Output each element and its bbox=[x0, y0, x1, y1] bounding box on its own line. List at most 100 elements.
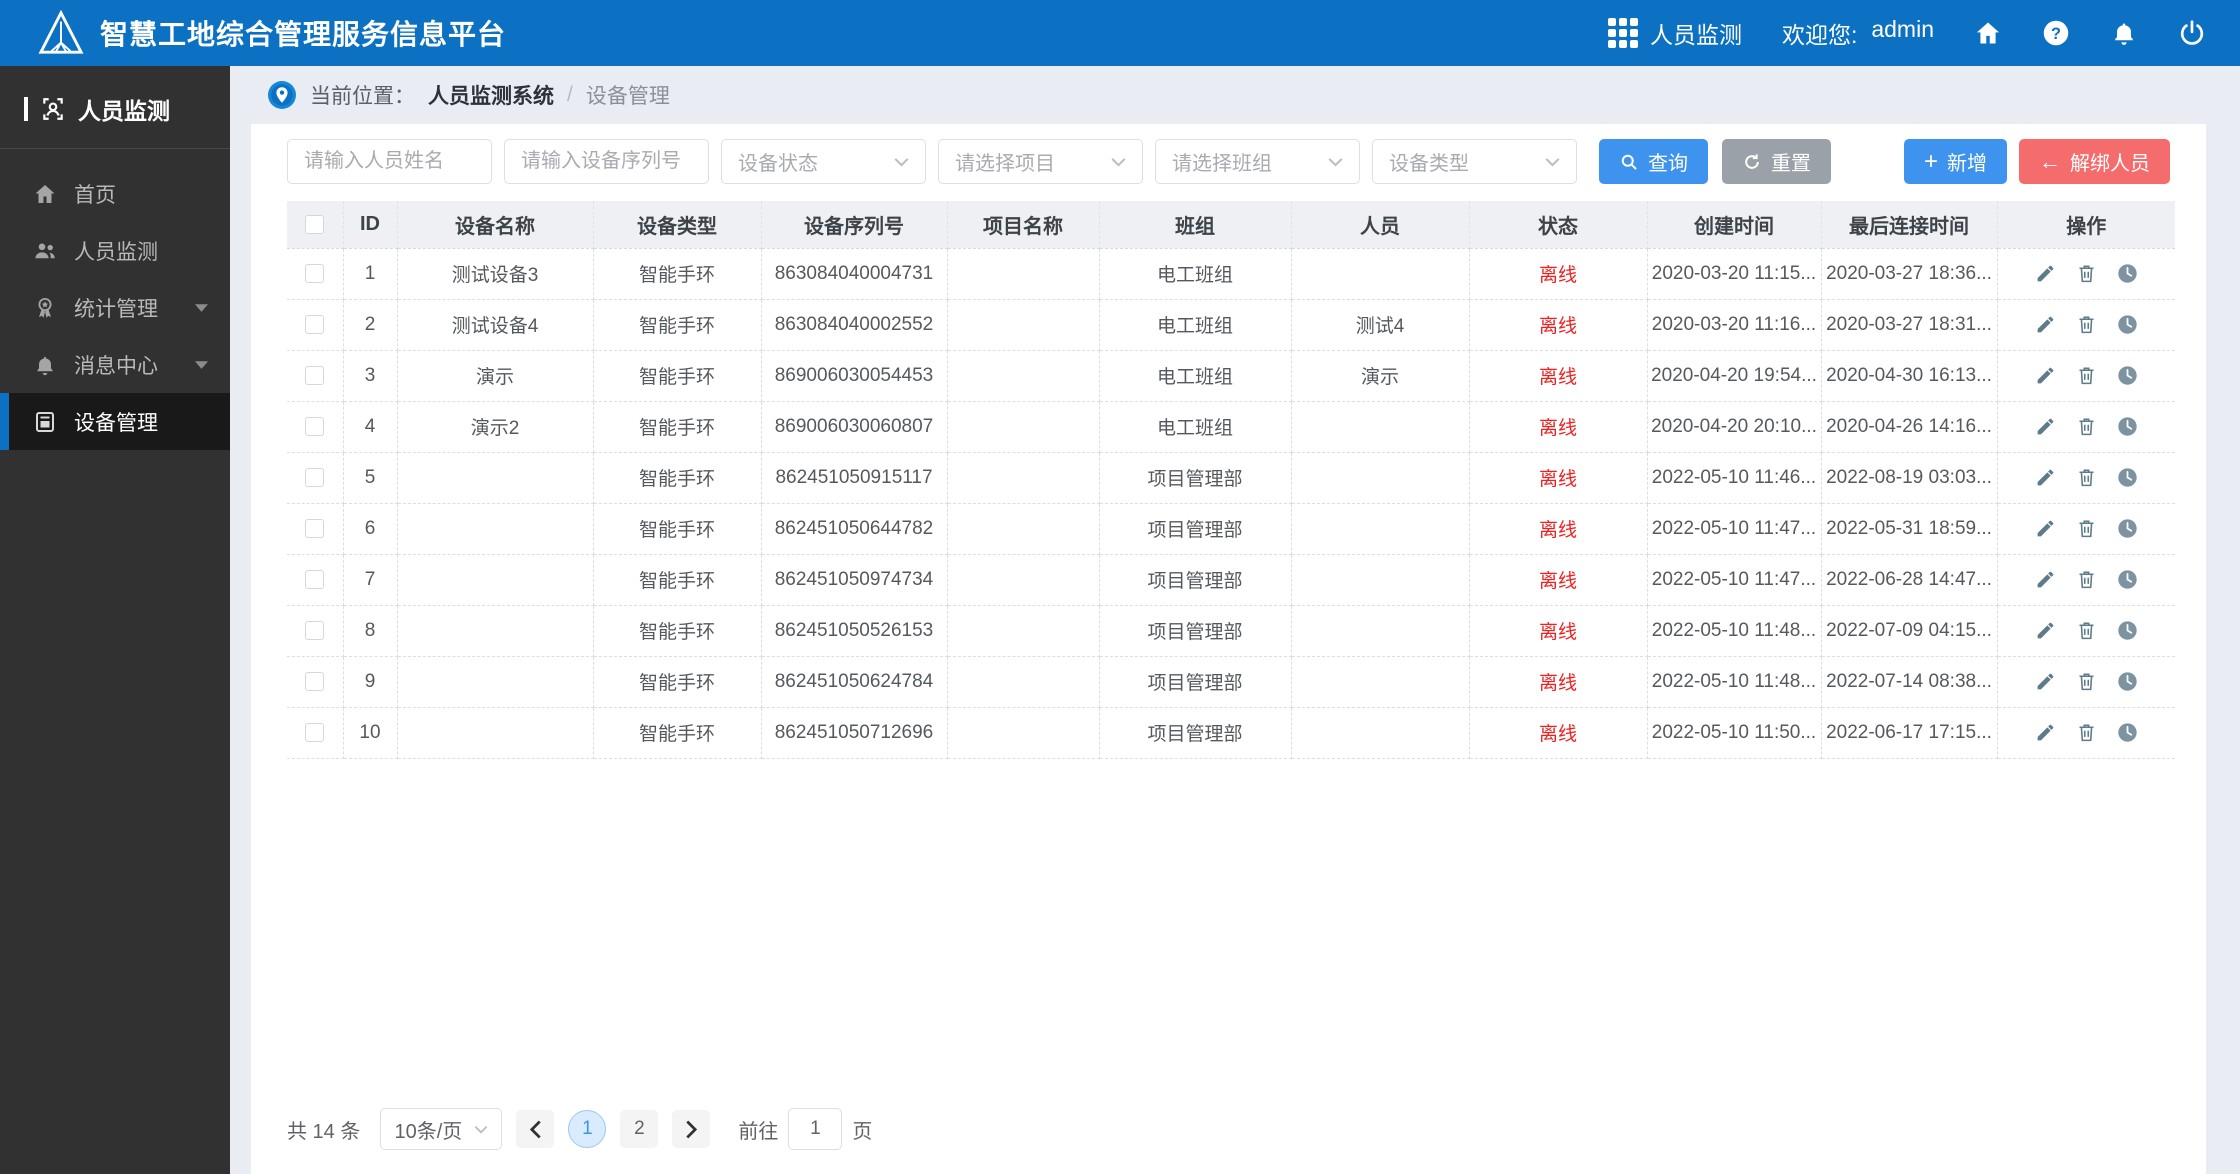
cell-device-type: 智能手环 bbox=[592, 655, 762, 708]
device-serial-input[interactable] bbox=[504, 139, 709, 184]
row-checkbox[interactable] bbox=[305, 518, 325, 538]
row-checkbox[interactable] bbox=[305, 467, 325, 487]
edit-icon[interactable] bbox=[2035, 671, 2056, 692]
users-icon bbox=[35, 243, 55, 258]
edit-icon[interactable] bbox=[2035, 518, 2056, 539]
history-icon[interactable] bbox=[2117, 365, 2138, 386]
row-checkbox[interactable] bbox=[305, 314, 325, 334]
home-icon[interactable] bbox=[1974, 19, 2002, 47]
cell-operations bbox=[1996, 451, 2175, 504]
edit-icon[interactable] bbox=[2035, 365, 2056, 386]
cell-operations bbox=[1996, 502, 2175, 555]
history-icon[interactable] bbox=[2117, 722, 2138, 743]
cell-project bbox=[946, 604, 1100, 657]
table-row: 1 测试设备3 智能手环 863084040004731 电工班组 离线 202… bbox=[287, 247, 2175, 300]
cell-serial: 863084040004731 bbox=[760, 247, 948, 300]
notification-bell-icon[interactable] bbox=[2110, 19, 2138, 47]
history-icon[interactable] bbox=[2117, 314, 2138, 335]
cell-last-connection-time: 2022-05-31 18:59... bbox=[1820, 502, 1998, 555]
sidebar-item-personnel-monitoring[interactable]: 人员监测 bbox=[0, 222, 230, 279]
page-size-value: 10条/页 bbox=[394, 1120, 463, 1143]
cell-project bbox=[946, 655, 1100, 708]
history-icon[interactable] bbox=[2117, 518, 2138, 539]
chevron-right-icon bbox=[686, 1120, 697, 1138]
history-icon[interactable] bbox=[2117, 671, 2138, 692]
cell-serial: 862451050644782 bbox=[760, 502, 948, 555]
delete-icon[interactable] bbox=[2076, 365, 2097, 386]
row-checkbox[interactable] bbox=[305, 263, 325, 283]
edit-icon[interactable] bbox=[2035, 314, 2056, 335]
breadcrumb-root[interactable]: 人员监测系统 bbox=[428, 80, 554, 110]
delete-icon[interactable] bbox=[2076, 569, 2097, 590]
team-select[interactable]: 请选择班组 bbox=[1155, 139, 1360, 184]
cell-last-connection-time: 2020-03-27 18:31... bbox=[1820, 298, 1998, 351]
device-status-select[interactable]: 设备状态 bbox=[721, 139, 926, 184]
cell-created-time: 2020-04-20 20:10... bbox=[1646, 400, 1822, 453]
delete-icon[interactable] bbox=[2076, 518, 2097, 539]
device-table-body: 1 测试设备3 智能手环 863084040004731 电工班组 离线 202… bbox=[287, 247, 2175, 759]
page-number-1[interactable]: 1 bbox=[568, 1110, 607, 1148]
goto-page-input[interactable] bbox=[788, 1108, 843, 1150]
reset-button[interactable]: 重置 bbox=[1722, 139, 1831, 184]
cell-team: 项目管理部 bbox=[1098, 706, 1292, 759]
table-row: 9 智能手环 862451050624784 项目管理部 离线 2022-05-… bbox=[287, 655, 2175, 708]
device-type-select[interactable]: 设备类型 bbox=[1372, 139, 1577, 184]
power-icon[interactable] bbox=[2178, 19, 2206, 47]
edit-icon[interactable] bbox=[2035, 416, 2056, 437]
history-icon[interactable] bbox=[2117, 569, 2138, 590]
cell-id: 10 bbox=[342, 706, 398, 759]
next-page-button[interactable] bbox=[672, 1110, 711, 1148]
column-header-created: 创建时间 bbox=[1647, 201, 1822, 249]
app-switcher[interactable]: 人员监测 bbox=[1607, 16, 1742, 50]
search-button[interactable]: 查询 bbox=[1599, 139, 1708, 184]
row-checkbox[interactable] bbox=[305, 416, 325, 436]
sidebar-item-home[interactable]: 首页 bbox=[0, 165, 230, 222]
row-checkbox[interactable] bbox=[305, 620, 325, 640]
delete-icon[interactable] bbox=[2076, 416, 2097, 437]
history-icon[interactable] bbox=[2117, 263, 2138, 284]
delete-icon[interactable] bbox=[2076, 314, 2097, 335]
table-row: 10 智能手环 862451050712696 项目管理部 离线 2022-05… bbox=[287, 706, 2175, 759]
plus-icon: + bbox=[1923, 147, 1938, 175]
delete-icon[interactable] bbox=[2076, 467, 2097, 488]
cell-status: 离线 bbox=[1468, 349, 1648, 402]
sidebar-item-device-management[interactable]: 设备管理 bbox=[0, 393, 230, 450]
welcome-text: 欢迎您: admin bbox=[1782, 16, 1934, 50]
row-checkbox[interactable] bbox=[305, 569, 325, 589]
sidebar-item-statistics[interactable]: 统计管理 bbox=[0, 279, 230, 336]
delete-icon[interactable] bbox=[2076, 671, 2097, 692]
delete-icon[interactable] bbox=[2076, 263, 2097, 284]
edit-icon[interactable] bbox=[2035, 467, 2056, 488]
unbind-person-button[interactable]: ← 解绑人员 bbox=[2019, 139, 2170, 184]
history-icon[interactable] bbox=[2117, 620, 2138, 641]
edit-icon[interactable] bbox=[2035, 722, 2056, 743]
edit-icon[interactable] bbox=[2035, 569, 2056, 590]
chevron-down-icon bbox=[1328, 157, 1343, 167]
search-button-label: 查询 bbox=[1648, 153, 1688, 175]
delete-icon[interactable] bbox=[2076, 620, 2097, 641]
edit-icon[interactable] bbox=[2035, 263, 2056, 284]
sidebar-item-message-center[interactable]: 消息中心 bbox=[0, 336, 230, 393]
row-checkbox[interactable] bbox=[305, 722, 325, 742]
delete-icon[interactable] bbox=[2076, 722, 2097, 743]
edit-icon[interactable] bbox=[2035, 620, 2056, 641]
project-select[interactable]: 请选择项目 bbox=[938, 139, 1143, 184]
cell-created-time: 2022-05-10 11:47... bbox=[1646, 553, 1822, 606]
add-device-button[interactable]: + 新增 bbox=[1903, 139, 2007, 184]
row-checkbox[interactable] bbox=[305, 365, 325, 385]
page-size-select[interactable]: 10条/页 bbox=[380, 1108, 503, 1150]
prev-page-button[interactable] bbox=[516, 1110, 555, 1148]
select-all-checkbox[interactable] bbox=[305, 214, 325, 234]
cell-created-time: 2020-03-20 11:16... bbox=[1646, 298, 1822, 351]
search-icon bbox=[1621, 154, 1637, 170]
table-row: 5 智能手环 862451050915117 项目管理部 离线 2022-05-… bbox=[287, 451, 2175, 504]
person-name-input[interactable] bbox=[287, 139, 492, 184]
cell-project bbox=[946, 451, 1100, 504]
help-icon[interactable]: ? bbox=[2042, 19, 2070, 47]
page-number-2[interactable]: 2 bbox=[620, 1110, 659, 1148]
history-icon[interactable] bbox=[2117, 467, 2138, 488]
row-checkbox[interactable] bbox=[305, 671, 325, 691]
cell-device-type: 智能手环 bbox=[592, 247, 762, 300]
device-icon bbox=[36, 411, 54, 432]
history-icon[interactable] bbox=[2117, 416, 2138, 437]
